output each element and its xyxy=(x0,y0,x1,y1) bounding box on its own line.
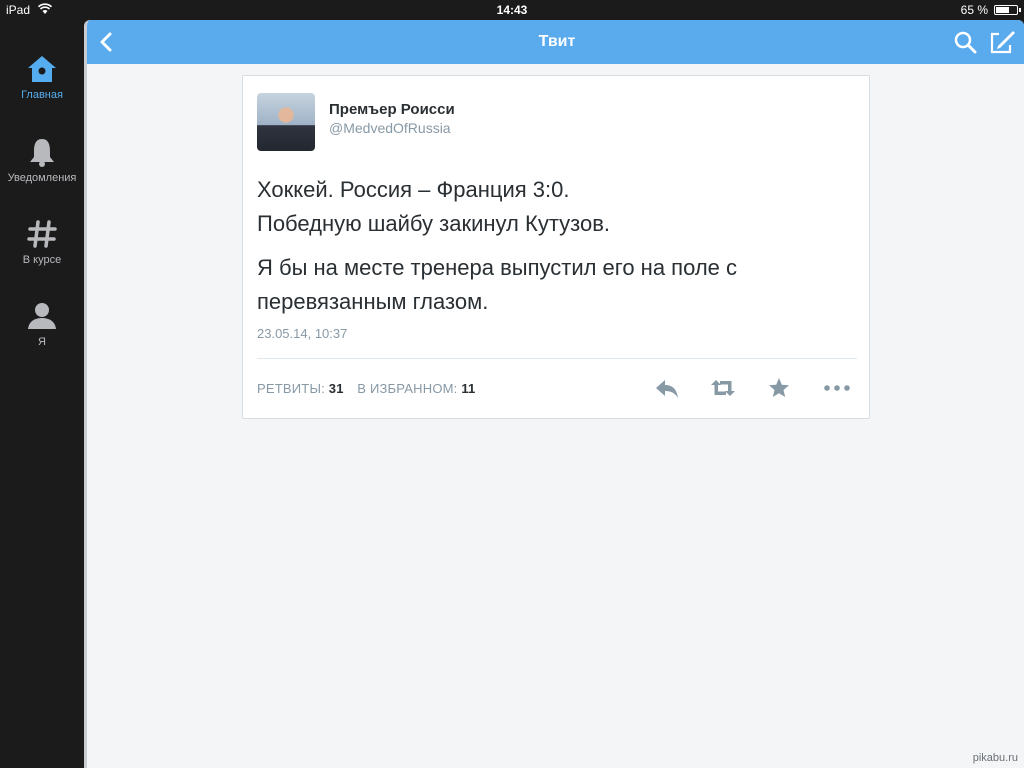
retweets-label[interactable]: РЕТВИТЫ: xyxy=(257,381,325,396)
hashtag-icon xyxy=(26,218,58,250)
author-name[interactable]: Премъер Роисси xyxy=(329,101,455,118)
more-icon[interactable] xyxy=(821,374,853,402)
tweet-text-line: Хоккей. Россия – Франция 3:0. xyxy=(257,177,570,202)
retweet-icon[interactable] xyxy=(709,374,737,402)
person-icon xyxy=(26,300,58,332)
tweet-timestamp: 23.05.14, 10:37 xyxy=(257,326,348,341)
bell-icon xyxy=(26,136,58,168)
sidebar-item-label: Уведомления xyxy=(7,172,77,184)
tweet-text-paragraph: Я бы на месте тренера выпустил его на по… xyxy=(257,255,738,314)
sidebar-item-notifications[interactable]: Уведомления xyxy=(0,136,84,184)
divider xyxy=(257,358,857,359)
home-icon xyxy=(26,53,58,85)
watermark: pikabu.ru xyxy=(972,752,1018,764)
status-bar: iPad 14:43 65 % xyxy=(0,0,1024,20)
favorite-icon[interactable] xyxy=(765,374,793,402)
tweet-actions xyxy=(653,374,863,402)
sidebar-item-label: Главная xyxy=(21,89,63,101)
battery-percent: 65 % xyxy=(960,3,988,17)
tweet-text-line: Победную шайбу закинул Кутузов. xyxy=(257,211,611,236)
main-panel: Твит Премъер Роисси @MedvedOfRussia Хокк… xyxy=(84,20,1024,768)
retweets-count[interactable]: 31 xyxy=(329,381,344,396)
avatar[interactable] xyxy=(257,93,315,151)
reply-icon[interactable] xyxy=(653,374,681,402)
sidebar: Главная Уведомления В курсе Я xyxy=(0,20,84,768)
sidebar-item-label: В курсе xyxy=(22,254,62,266)
battery-icon xyxy=(994,5,1021,15)
sidebar-item-me[interactable]: Я xyxy=(0,300,84,348)
author-handle[interactable]: @MedvedOfRussia xyxy=(329,120,451,136)
tweet-stats: РЕТВИТЫ: 31 В ИЗБРАННОМ: 11 xyxy=(257,381,475,396)
search-icon[interactable] xyxy=(953,30,977,54)
favorites-count[interactable]: 11 xyxy=(461,381,475,396)
tweet-text: Хоккей. Россия – Франция 3:0. Победную ш… xyxy=(257,173,857,319)
navbar: Твит xyxy=(87,20,1024,64)
tweet-card: Премъер Роисси @MedvedOfRussia Хоккей. Р… xyxy=(242,75,870,419)
favorites-label[interactable]: В ИЗБРАННОМ: xyxy=(357,381,457,396)
sidebar-item-discover[interactable]: В курсе xyxy=(0,218,84,266)
sidebar-item-home[interactable]: Главная xyxy=(0,53,84,101)
compose-icon[interactable] xyxy=(989,29,1015,55)
page-title: Твит xyxy=(538,33,576,50)
clock: 14:43 xyxy=(496,3,528,17)
sidebar-item-label: Я xyxy=(38,336,46,348)
